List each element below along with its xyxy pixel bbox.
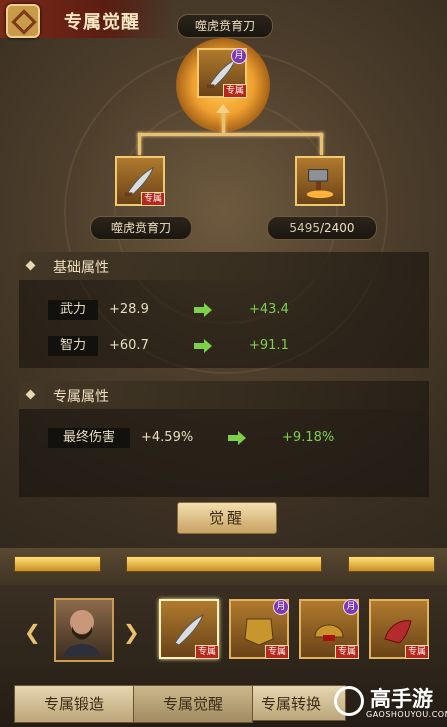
chevron-left-icon[interactable]: ❮ (24, 620, 41, 644)
watermark-url: GAOSHOUYOU.COM (366, 710, 447, 719)
page-title: 专属觉醒 (64, 12, 140, 33)
diamond-icon (25, 260, 36, 271)
exclusive-badge: 专属 (194, 645, 219, 659)
stat-current: +60.7 (109, 338, 149, 353)
helmet-icon (314, 624, 344, 641)
stat-current: +4.59% (141, 430, 194, 445)
tab-exclusive-convert[interactable]: 专属转换 (252, 685, 346, 721)
ore-owned: 5495 (289, 221, 320, 235)
stat-label: 最终伤害 (48, 428, 130, 448)
armor-icon (244, 618, 274, 646)
hammer-ore-icon (306, 169, 334, 199)
tab-exclusive-awaken[interactable]: 专属觉醒 (133, 685, 253, 723)
title-bar: 专属觉醒 (0, 0, 175, 38)
chevron-right-icon[interactable]: ❯ (123, 620, 140, 644)
exclusive-attributes-header: 专属属性 (19, 381, 429, 409)
target-item-name: 噬虎贲育刀 (177, 14, 273, 38)
equipment-card-horse[interactable]: 专属 (369, 599, 429, 659)
stat-next: +43.4 (249, 302, 289, 317)
ore-required: /2400 (319, 221, 355, 235)
connector-line (320, 133, 323, 155)
rank-mark: 月 (343, 599, 359, 615)
section-title: 基础属性 (53, 260, 109, 276)
watermark-brand: 高手游 (370, 687, 433, 711)
material-ore-slot[interactable] (295, 156, 345, 206)
connector-line (138, 133, 141, 155)
emblem-icon (6, 4, 40, 38)
stat-next: +91.1 (249, 338, 289, 353)
material-weapon-name: 噬虎贲育刀 (90, 216, 192, 240)
equipment-card-sabre[interactable]: 专属 (159, 599, 219, 659)
tab-exclusive-forge[interactable]: 专属锻造 (14, 685, 134, 723)
hero-portrait[interactable] (54, 598, 114, 662)
arrow-up-icon (216, 104, 230, 113)
diamond-icon (25, 389, 36, 400)
stat-next: +9.18% (282, 430, 335, 445)
horse-icon (384, 620, 412, 644)
stat-label: 智力 (48, 336, 98, 356)
equipment-card-armor[interactable]: 月 专属 (229, 599, 289, 659)
exclusive-badge: 专属 (334, 645, 359, 659)
stat-current: +28.9 (109, 302, 149, 317)
rank-mark: 月 (231, 48, 247, 64)
exclusive-badge: 专属 (222, 84, 247, 98)
section-title: 专属属性 (53, 389, 109, 405)
watermark-logo-icon (334, 686, 364, 716)
awaken-button[interactable]: 觉醒 (177, 502, 277, 534)
arrow-right-icon (194, 303, 212, 317)
gold-trough (126, 556, 322, 572)
hero-avatar-icon (64, 610, 100, 656)
target-item-slot[interactable]: 月 专属 (197, 48, 247, 98)
base-attributes-header: 基础属性 (19, 252, 429, 280)
gold-trough (348, 556, 435, 572)
gold-trough (14, 556, 101, 572)
connector-line (138, 133, 323, 136)
connector-line (222, 112, 225, 134)
exclusive-badge: 专属 (404, 645, 429, 659)
arrow-right-icon (194, 339, 212, 353)
material-ore-count: 5495/2400 (267, 216, 377, 240)
exclusive-badge: 专属 (140, 192, 165, 206)
equipment-card-helmet[interactable]: 月 专属 (299, 599, 359, 659)
sabre-icon (174, 613, 204, 646)
rank-mark: 月 (273, 599, 289, 615)
arrow-right-icon (228, 431, 246, 445)
stat-label: 武力 (48, 300, 98, 320)
exclusive-badge: 专属 (264, 645, 289, 659)
material-weapon-slot[interactable]: 专属 (115, 156, 165, 206)
